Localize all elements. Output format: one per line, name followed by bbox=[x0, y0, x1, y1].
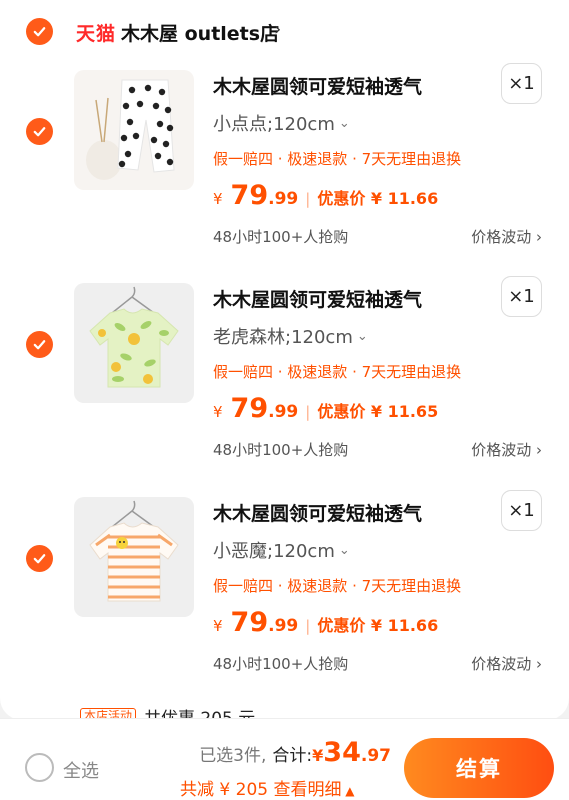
checkout-button[interactable]: 结算 bbox=[404, 738, 554, 798]
quantity-button[interactable]: ×1 bbox=[501, 276, 542, 317]
product-image-tiger-forest-tshirt[interactable] bbox=[74, 283, 194, 403]
price-integer: 79 bbox=[230, 607, 269, 638]
price-decimal: .99 bbox=[268, 402, 299, 422]
sku-label: 小点点;120cm bbox=[213, 114, 335, 135]
price-trend-link[interactable]: 价格波动 › bbox=[471, 439, 542, 460]
discount-price: 优惠价 ¥ 11.65 bbox=[317, 402, 439, 421]
price-integer: 79 bbox=[230, 393, 269, 424]
checkmark-icon bbox=[33, 340, 46, 350]
cart-item: 木木屋圆领可爱短袖透气 ×1 小点点;120cm ⌄ 假一赔四 · 极速退款 ·… bbox=[0, 63, 569, 282]
product-image-striped-devil-tshirt[interactable] bbox=[74, 497, 194, 617]
price-divider: | bbox=[305, 617, 311, 635]
cart-item: 木木屋圆领可爱短袖透气 ×1 老虎森林;120cm ⌄ 假一赔四 · 极速退款 … bbox=[0, 276, 569, 495]
shop-select-checkbox[interactable] bbox=[26, 18, 53, 45]
price-trend-label: 价格波动 bbox=[471, 228, 532, 246]
checkmark-icon bbox=[33, 127, 46, 137]
price-trend-link[interactable]: 价格波动 › bbox=[471, 653, 542, 674]
price-divider: | bbox=[305, 190, 311, 208]
price-row: ¥ 79 .99 | 优惠价 ¥ 11.66 bbox=[213, 180, 438, 216]
chevron-right-icon: › bbox=[531, 441, 542, 459]
sales-info: 48小时100+人抢购 bbox=[213, 655, 349, 673]
sales-info: 48小时100+人抢购 bbox=[213, 441, 349, 459]
price-divider: | bbox=[305, 403, 311, 421]
total-symbol: ¥ bbox=[312, 746, 324, 765]
select-all-radio[interactable] bbox=[25, 753, 54, 782]
sku-selector[interactable]: 老虎森林;120cm ⌄ bbox=[213, 323, 368, 349]
shop-name[interactable]: 木木屋 outlets店 bbox=[121, 19, 279, 46]
checkmark-icon bbox=[33, 27, 46, 37]
price-symbol: ¥ bbox=[213, 190, 223, 208]
cart-item: 木木屋圆领可爱短袖透气 ×1 小恶魔;120cm ⌄ 假一赔四 · 极速退款 ·… bbox=[0, 490, 569, 709]
chevron-right-icon: › bbox=[531, 655, 542, 673]
service-promise: 假一赔四 · 极速退款 · 7天无理由退换 bbox=[213, 577, 462, 595]
select-all-label[interactable]: 全选 bbox=[63, 757, 99, 783]
sales-info: 48小时100+人抢购 bbox=[213, 228, 349, 246]
item-select-checkbox[interactable] bbox=[26, 545, 53, 572]
total-integer: 34 bbox=[323, 737, 361, 768]
tmall-logo: 天猫 bbox=[76, 23, 117, 45]
total-decimal: .97 bbox=[360, 746, 391, 766]
price-symbol: ¥ bbox=[213, 403, 223, 421]
service-promise: 假一赔四 · 极速退款 · 7天无理由退换 bbox=[213, 150, 462, 168]
item-select-checkbox[interactable] bbox=[26, 331, 53, 358]
price-trend-label: 价格波动 bbox=[471, 655, 532, 673]
discount-price: 优惠价 ¥ 11.66 bbox=[317, 189, 439, 208]
caret-up-icon: ▲ bbox=[341, 784, 355, 798]
shop-chevron-icon[interactable]: › bbox=[274, 19, 281, 40]
price-row: ¥ 79 .99 | 优惠价 ¥ 11.66 bbox=[213, 607, 438, 643]
price-integer: 79 bbox=[230, 180, 269, 211]
checkmark-icon bbox=[33, 554, 46, 564]
product-title[interactable]: 木木屋圆领可爱短袖透气 bbox=[213, 285, 422, 312]
discount-price: 优惠价 ¥ 11.66 bbox=[317, 616, 439, 635]
chevron-down-icon: ⌄ bbox=[356, 328, 368, 344]
sku-selector[interactable]: 小点点;120cm ⌄ bbox=[213, 110, 350, 136]
product-title[interactable]: 木木屋圆领可爱短袖透气 bbox=[213, 499, 422, 526]
chevron-down-icon: ⌄ bbox=[338, 115, 350, 131]
total-label: 合计: bbox=[272, 746, 313, 766]
savings-detail-link[interactable]: 共减 ¥ 205 查看明细 ▲ bbox=[180, 775, 355, 800]
sku-label: 小恶魔;120cm bbox=[213, 541, 335, 562]
price-row: ¥ 79 .99 | 优惠价 ¥ 11.65 bbox=[213, 393, 438, 429]
chevron-right-icon: › bbox=[531, 228, 542, 246]
quantity-button[interactable]: ×1 bbox=[501, 63, 542, 104]
sku-selector[interactable]: 小恶魔;120cm ⌄ bbox=[213, 537, 350, 563]
checkout-bar: 全选 已选3件, 合计: ¥ 34 .97 共减 ¥ 205 查看明细 ▲ 结算 bbox=[0, 718, 569, 800]
price-trend-link[interactable]: 价格波动 › bbox=[471, 226, 542, 247]
price-decimal: .99 bbox=[268, 616, 299, 636]
savings-label: 共减 ¥ 205 查看明细 bbox=[180, 780, 342, 800]
total-summary: 已选3件, 合计: ¥ 34 .97 bbox=[199, 737, 391, 768]
product-title[interactable]: 木木屋圆领可爱短袖透气 bbox=[213, 72, 422, 99]
cart-card: 天猫 木木屋 outlets店 › 木木屋圆领可爱短袖透气 ×1 小点点;120… bbox=[0, 0, 569, 729]
product-image-polka-dot-pants[interactable] bbox=[74, 70, 194, 190]
price-symbol: ¥ bbox=[213, 617, 223, 635]
quantity-button[interactable]: ×1 bbox=[501, 490, 542, 531]
service-promise: 假一赔四 · 极速退款 · 7天无理由退换 bbox=[213, 363, 462, 381]
price-trend-label: 价格波动 bbox=[471, 441, 532, 459]
price-decimal: .99 bbox=[268, 189, 299, 209]
chevron-down-icon: ⌄ bbox=[338, 542, 350, 558]
selected-count: 已选3件, bbox=[199, 746, 267, 766]
sku-label: 老虎森林;120cm bbox=[213, 327, 353, 348]
item-select-checkbox[interactable] bbox=[26, 118, 53, 145]
